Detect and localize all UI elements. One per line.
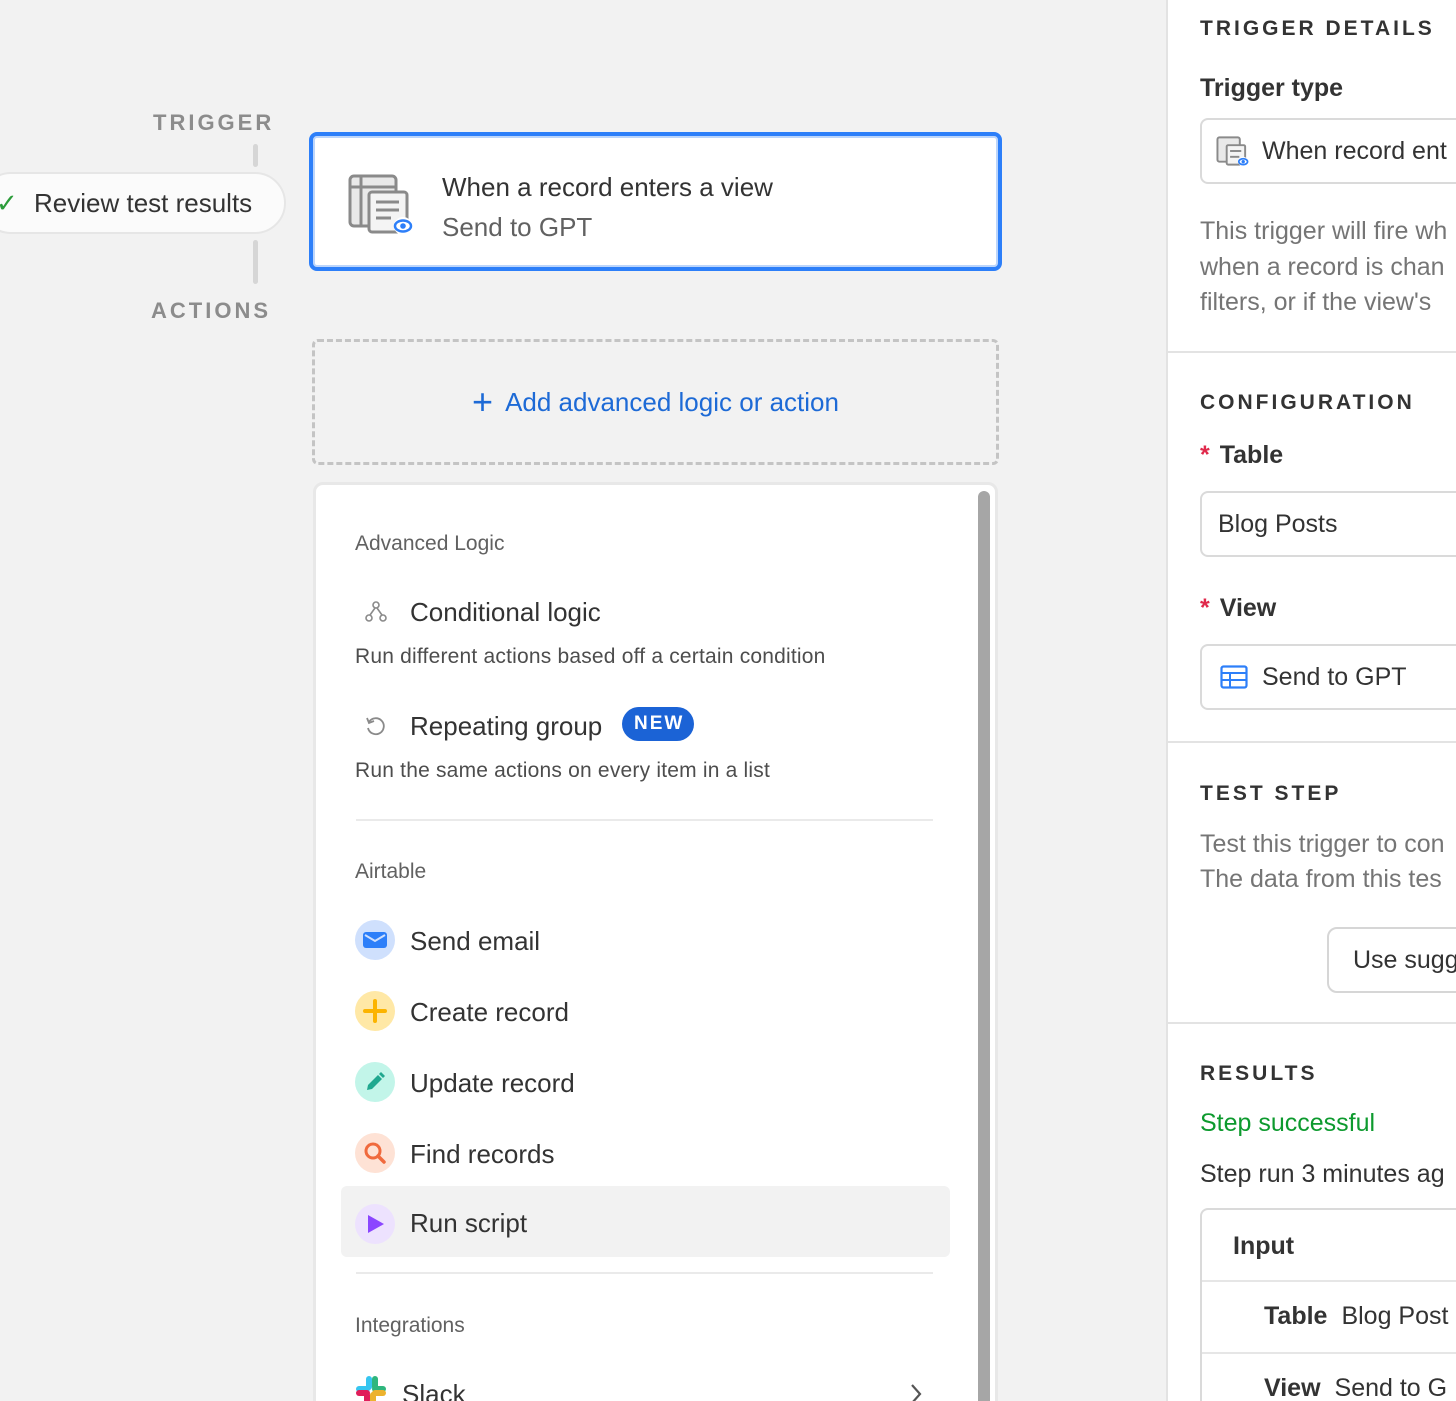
panel-divider (1168, 351, 1456, 353)
table-field-label: * Table (1200, 441, 1284, 469)
actions-rail-label: ACTIONS (151, 298, 271, 323)
trigger-title: When a record enters a view (442, 172, 773, 202)
record-view-trigger-icon (1216, 136, 1249, 167)
required-asterisk: * (1200, 441, 1210, 469)
input-key: View (1264, 1374, 1321, 1401)
use-suggested-record-button[interactable]: Use sugg (1327, 927, 1456, 993)
rail-connector-bottom (253, 240, 258, 284)
find-records-label: Find records (410, 1139, 555, 1169)
table-select[interactable]: Blog Posts (1200, 491, 1456, 557)
chevron-right-icon (911, 1384, 922, 1401)
rail-connector-top (253, 144, 258, 167)
action-picker-menu: Advanced Logic Conditional logic Run dif… (313, 482, 998, 1401)
view-select[interactable]: Send to GPT (1200, 644, 1456, 710)
plus-icon: + (472, 381, 494, 422)
input-value: Send to G (1334, 1374, 1448, 1401)
view-select-value: Send to GPT (1262, 662, 1407, 691)
step-run-time: Step run 3 minutes ag (1200, 1160, 1445, 1188)
run-script-label: Run script (410, 1208, 528, 1238)
send-email-label: Send email (410, 926, 541, 956)
magnifier-icon (355, 1133, 395, 1173)
slack-label: Slack (402, 1379, 466, 1401)
trigger-type-value: When record ent (1262, 136, 1447, 165)
trigger-details-heading: TRIGGER DETAILS (1200, 17, 1435, 40)
test-step-line: Test this trigger to con (1200, 830, 1445, 858)
menu-item-update-record[interactable]: Update record (355, 1047, 935, 1118)
slack-icon (356, 1376, 386, 1401)
input-heading: Input (1233, 1232, 1295, 1260)
trigger-description-line: This trigger will fire wh (1200, 217, 1448, 245)
section-title-integrations: Integrations (355, 1314, 465, 1337)
section-title-advanced-logic: Advanced Logic (355, 532, 505, 555)
check-icon: ✓ (0, 187, 18, 218)
test-step-line: The data from this tes (1200, 865, 1442, 893)
envelope-icon (355, 920, 395, 960)
trigger-type-select[interactable]: When record ent (1200, 118, 1456, 184)
menu-item-create-record[interactable]: Create record (355, 976, 935, 1047)
repeat-icon (366, 717, 385, 736)
table-select-value: Blog Posts (1218, 509, 1338, 538)
input-key: Table (1264, 1302, 1328, 1330)
menu-item-find-records[interactable]: Find records (355, 1118, 935, 1189)
pencil-icon (355, 1062, 395, 1102)
test-step-heading: TEST STEP (1200, 782, 1342, 805)
menu-scrollbar[interactable] (978, 491, 990, 1401)
trigger-details-panel: TRIGGER DETAILS Trigger type When record… (1166, 0, 1456, 1401)
trigger-type-label: Trigger type (1200, 74, 1344, 102)
input-row-view: View Send to G (1264, 1374, 1447, 1401)
conditional-logic-title: Conditional logic (410, 597, 601, 627)
menu-item-run-script[interactable]: Run script (355, 1189, 935, 1260)
menu-item-conditional-logic[interactable]: Conditional logic Run different actions … (355, 581, 935, 677)
panel-divider (1168, 1022, 1456, 1024)
results-heading: RESULTS (1200, 1062, 1318, 1085)
add-advanced-logic-or-action-button[interactable]: + Add advanced logic or action (312, 339, 999, 465)
results-input-box: Input Table Blog Post View Send to G (1200, 1208, 1456, 1401)
repeating-group-title: Repeating group (410, 711, 603, 741)
grid-view-icon (1220, 665, 1248, 689)
step-status: Step successful (1200, 1109, 1376, 1137)
view-field-label: * View (1200, 594, 1277, 622)
panel-divider (1168, 741, 1456, 743)
add-action-label: Add advanced logic or action (505, 386, 839, 417)
menu-divider (356, 1272, 933, 1274)
repeating-group-description: Run the same actions on every item in a … (355, 759, 770, 782)
input-row-divider (1202, 1352, 1456, 1354)
input-row-table: Table Blog Post (1264, 1302, 1448, 1331)
required-asterisk: * (1200, 594, 1210, 622)
input-row-divider (1202, 1280, 1456, 1282)
trigger-description-line: when a record is chan (1200, 253, 1445, 281)
update-record-label: Update record (410, 1068, 575, 1098)
review-test-results-label: Review test results (34, 187, 253, 218)
conditional-logic-description: Run different actions based off a certai… (355, 645, 826, 668)
create-record-label: Create record (410, 997, 569, 1027)
review-test-results-button[interactable]: ✓ Review test results (0, 172, 286, 234)
menu-item-slack[interactable]: Slack (355, 1357, 935, 1401)
play-icon (355, 1204, 395, 1244)
menu-item-send-email[interactable]: Send email (355, 905, 935, 976)
record-view-trigger-icon (348, 174, 413, 235)
trigger-subtitle: Send to GPT (442, 212, 593, 242)
new-badge: NEW (622, 707, 695, 741)
menu-divider (356, 819, 933, 821)
plus-icon (355, 991, 395, 1031)
section-title-airtable: Airtable (355, 860, 427, 883)
configuration-heading: CONFIGURATION (1200, 391, 1415, 414)
trigger-description-line: filters, or if the view's (1200, 288, 1432, 316)
menu-item-repeating-group[interactable]: Repeating group NEW Run the same actions… (355, 695, 935, 791)
branch-icon (365, 601, 387, 622)
input-value: Blog Post (1341, 1302, 1449, 1330)
trigger-card[interactable]: When a record enters a view Send to GPT (309, 132, 1002, 271)
trigger-rail-label: TRIGGER (153, 110, 275, 135)
